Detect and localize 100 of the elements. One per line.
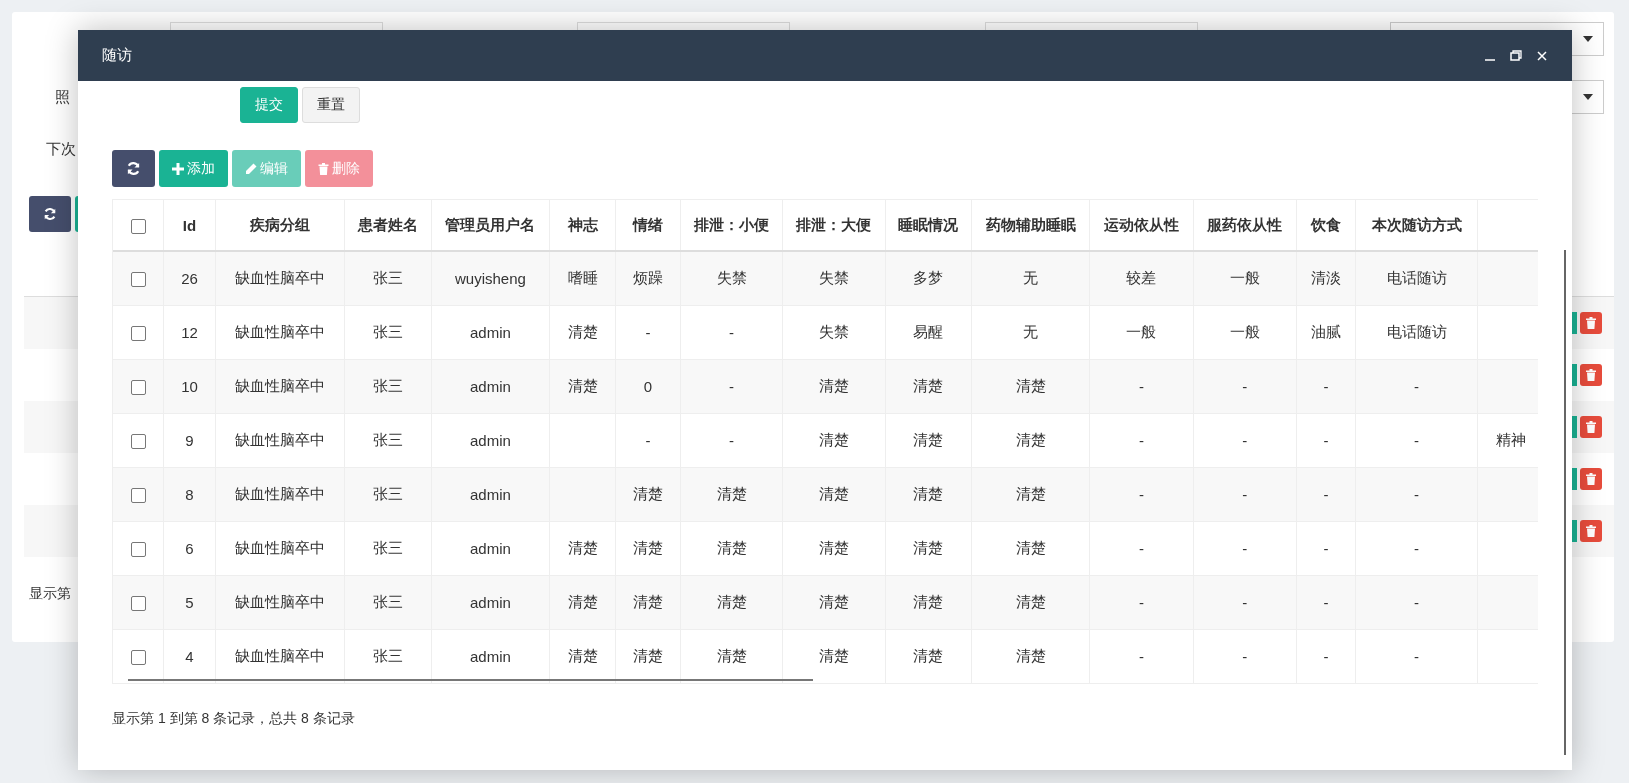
- table-cell: 电话随访: [1386, 269, 1447, 286]
- column-header[interactable]: Id: [182, 216, 197, 234]
- pagination-text: 显示第 1 到第 8 条记录，总共 8 条记录: [112, 710, 355, 728]
- table-cell: 易醒: [913, 323, 944, 340]
- table-cell: -: [1242, 378, 1248, 395]
- table-cell: 一般: [1229, 323, 1260, 340]
- table-cell: -: [1242, 486, 1248, 503]
- table-cell: 嗜睡: [567, 269, 598, 286]
- refresh-button[interactable]: [29, 196, 71, 232]
- table-cell: -: [1323, 378, 1329, 395]
- checkbox[interactable]: [130, 272, 146, 288]
- table-cell: -: [729, 432, 735, 449]
- table-cell: 清楚: [1015, 593, 1046, 610]
- table-cell: 清楚: [716, 539, 747, 556]
- table-cell: -: [1323, 648, 1329, 665]
- trash-icon: [318, 162, 329, 175]
- plus-icon: [172, 162, 184, 175]
- delete-button[interactable]: [1580, 312, 1602, 334]
- table-cell: -: [645, 324, 651, 341]
- table-cell: -: [1323, 540, 1329, 557]
- refresh-button[interactable]: [112, 150, 155, 187]
- table-cell: 清楚: [633, 539, 663, 556]
- checkbox[interactable]: [130, 326, 146, 342]
- table-cell: 清楚: [818, 431, 849, 448]
- column-header[interactable]: 神志: [567, 215, 598, 233]
- table-cell: 清楚: [633, 593, 663, 610]
- table-cell: 26: [181, 270, 198, 287]
- delete-button[interactable]: [1580, 416, 1602, 438]
- table-cell: -: [1414, 648, 1420, 665]
- caret-icon: [1583, 94, 1593, 100]
- table-cell: 清楚: [567, 539, 598, 556]
- table-cell: 烦躁: [633, 269, 663, 286]
- table-cell: -: [1323, 432, 1329, 449]
- table-cell: 一般: [1229, 269, 1260, 286]
- delete-button[interactable]: [1580, 468, 1602, 490]
- dialog-title: 随访: [102, 46, 132, 65]
- checkbox[interactable]: [130, 218, 146, 234]
- table-cell: -: [1414, 594, 1420, 611]
- refresh-icon: [43, 207, 57, 221]
- table-cell: 油腻: [1310, 323, 1341, 340]
- table-cell: admin: [470, 324, 511, 341]
- table-cell: 清楚: [1015, 539, 1046, 556]
- table-cell: admin: [470, 486, 511, 503]
- table-cell: 清楚: [818, 647, 849, 664]
- table-cell: 张三: [372, 593, 403, 610]
- table-cell: -: [1242, 594, 1248, 611]
- table-cell: 5: [185, 594, 194, 611]
- scrollbar[interactable]: [1564, 250, 1566, 755]
- delete-button[interactable]: [1580, 364, 1602, 386]
- trash-icon: [1586, 317, 1596, 329]
- table-cell: 10: [181, 378, 198, 395]
- close-icon[interactable]: [1536, 49, 1548, 62]
- reset-button[interactable]: 重置: [302, 87, 360, 123]
- trash-icon: [1586, 421, 1596, 433]
- table-cell: -: [1414, 486, 1420, 503]
- checkbox[interactable]: [130, 542, 146, 558]
- checkbox[interactable]: [130, 434, 146, 450]
- checkbox[interactable]: [130, 380, 146, 396]
- table-cell: 张三: [372, 431, 403, 448]
- table-cell: 清楚: [913, 485, 944, 502]
- table-cell: -: [1242, 432, 1248, 449]
- table-cell: 清楚: [913, 539, 944, 556]
- column-header[interactable]: 疾病分组: [249, 215, 310, 233]
- table-cell: 张三: [372, 539, 403, 556]
- table-cell: 清楚: [818, 539, 849, 556]
- table-cell: -: [1242, 540, 1248, 557]
- table-cell: 缺血性脑卒中: [234, 323, 325, 340]
- delete-button[interactable]: [1580, 520, 1602, 542]
- field-label: 下次: [46, 140, 76, 159]
- checkbox[interactable]: [130, 488, 146, 504]
- table-cell: 多梦: [913, 269, 944, 286]
- column-header[interactable]: 饮食: [1310, 215, 1341, 233]
- table-cell: admin: [470, 540, 511, 557]
- table-cell: -: [729, 378, 735, 395]
- checkbox[interactable]: [130, 596, 146, 612]
- table-cell: 清楚: [633, 647, 663, 664]
- table-cell: -: [1138, 540, 1144, 557]
- column-header[interactable]: 情绪: [633, 215, 663, 233]
- table-cell: 清楚: [913, 647, 944, 664]
- table-cell: 清楚: [1015, 647, 1046, 664]
- table-cell: 缺血性脑卒中: [234, 431, 325, 448]
- checkbox[interactable]: [130, 650, 146, 666]
- table-cell: -: [1414, 378, 1420, 395]
- table-cell: 清楚: [716, 647, 747, 664]
- table-cell: 清楚: [1015, 485, 1046, 502]
- table-cell: 失禁: [716, 269, 747, 286]
- table-cell: 精神: [1496, 431, 1527, 448]
- field-label: 照: [55, 88, 70, 107]
- trash-icon: [1586, 473, 1596, 485]
- table-cell: 缺血性脑卒中: [234, 647, 325, 664]
- table-cell: 张三: [372, 323, 403, 340]
- maximize-icon[interactable]: [1510, 49, 1522, 62]
- table-cell: -: [1138, 432, 1144, 449]
- table-cell: -: [1138, 648, 1144, 665]
- table-cell: -: [729, 324, 735, 341]
- scrollbar[interactable]: [128, 679, 813, 681]
- table-cell: 一般: [1126, 323, 1157, 340]
- table-cell: -: [645, 432, 651, 449]
- trash-icon: [1586, 525, 1596, 537]
- table-cell: 4: [185, 648, 194, 665]
